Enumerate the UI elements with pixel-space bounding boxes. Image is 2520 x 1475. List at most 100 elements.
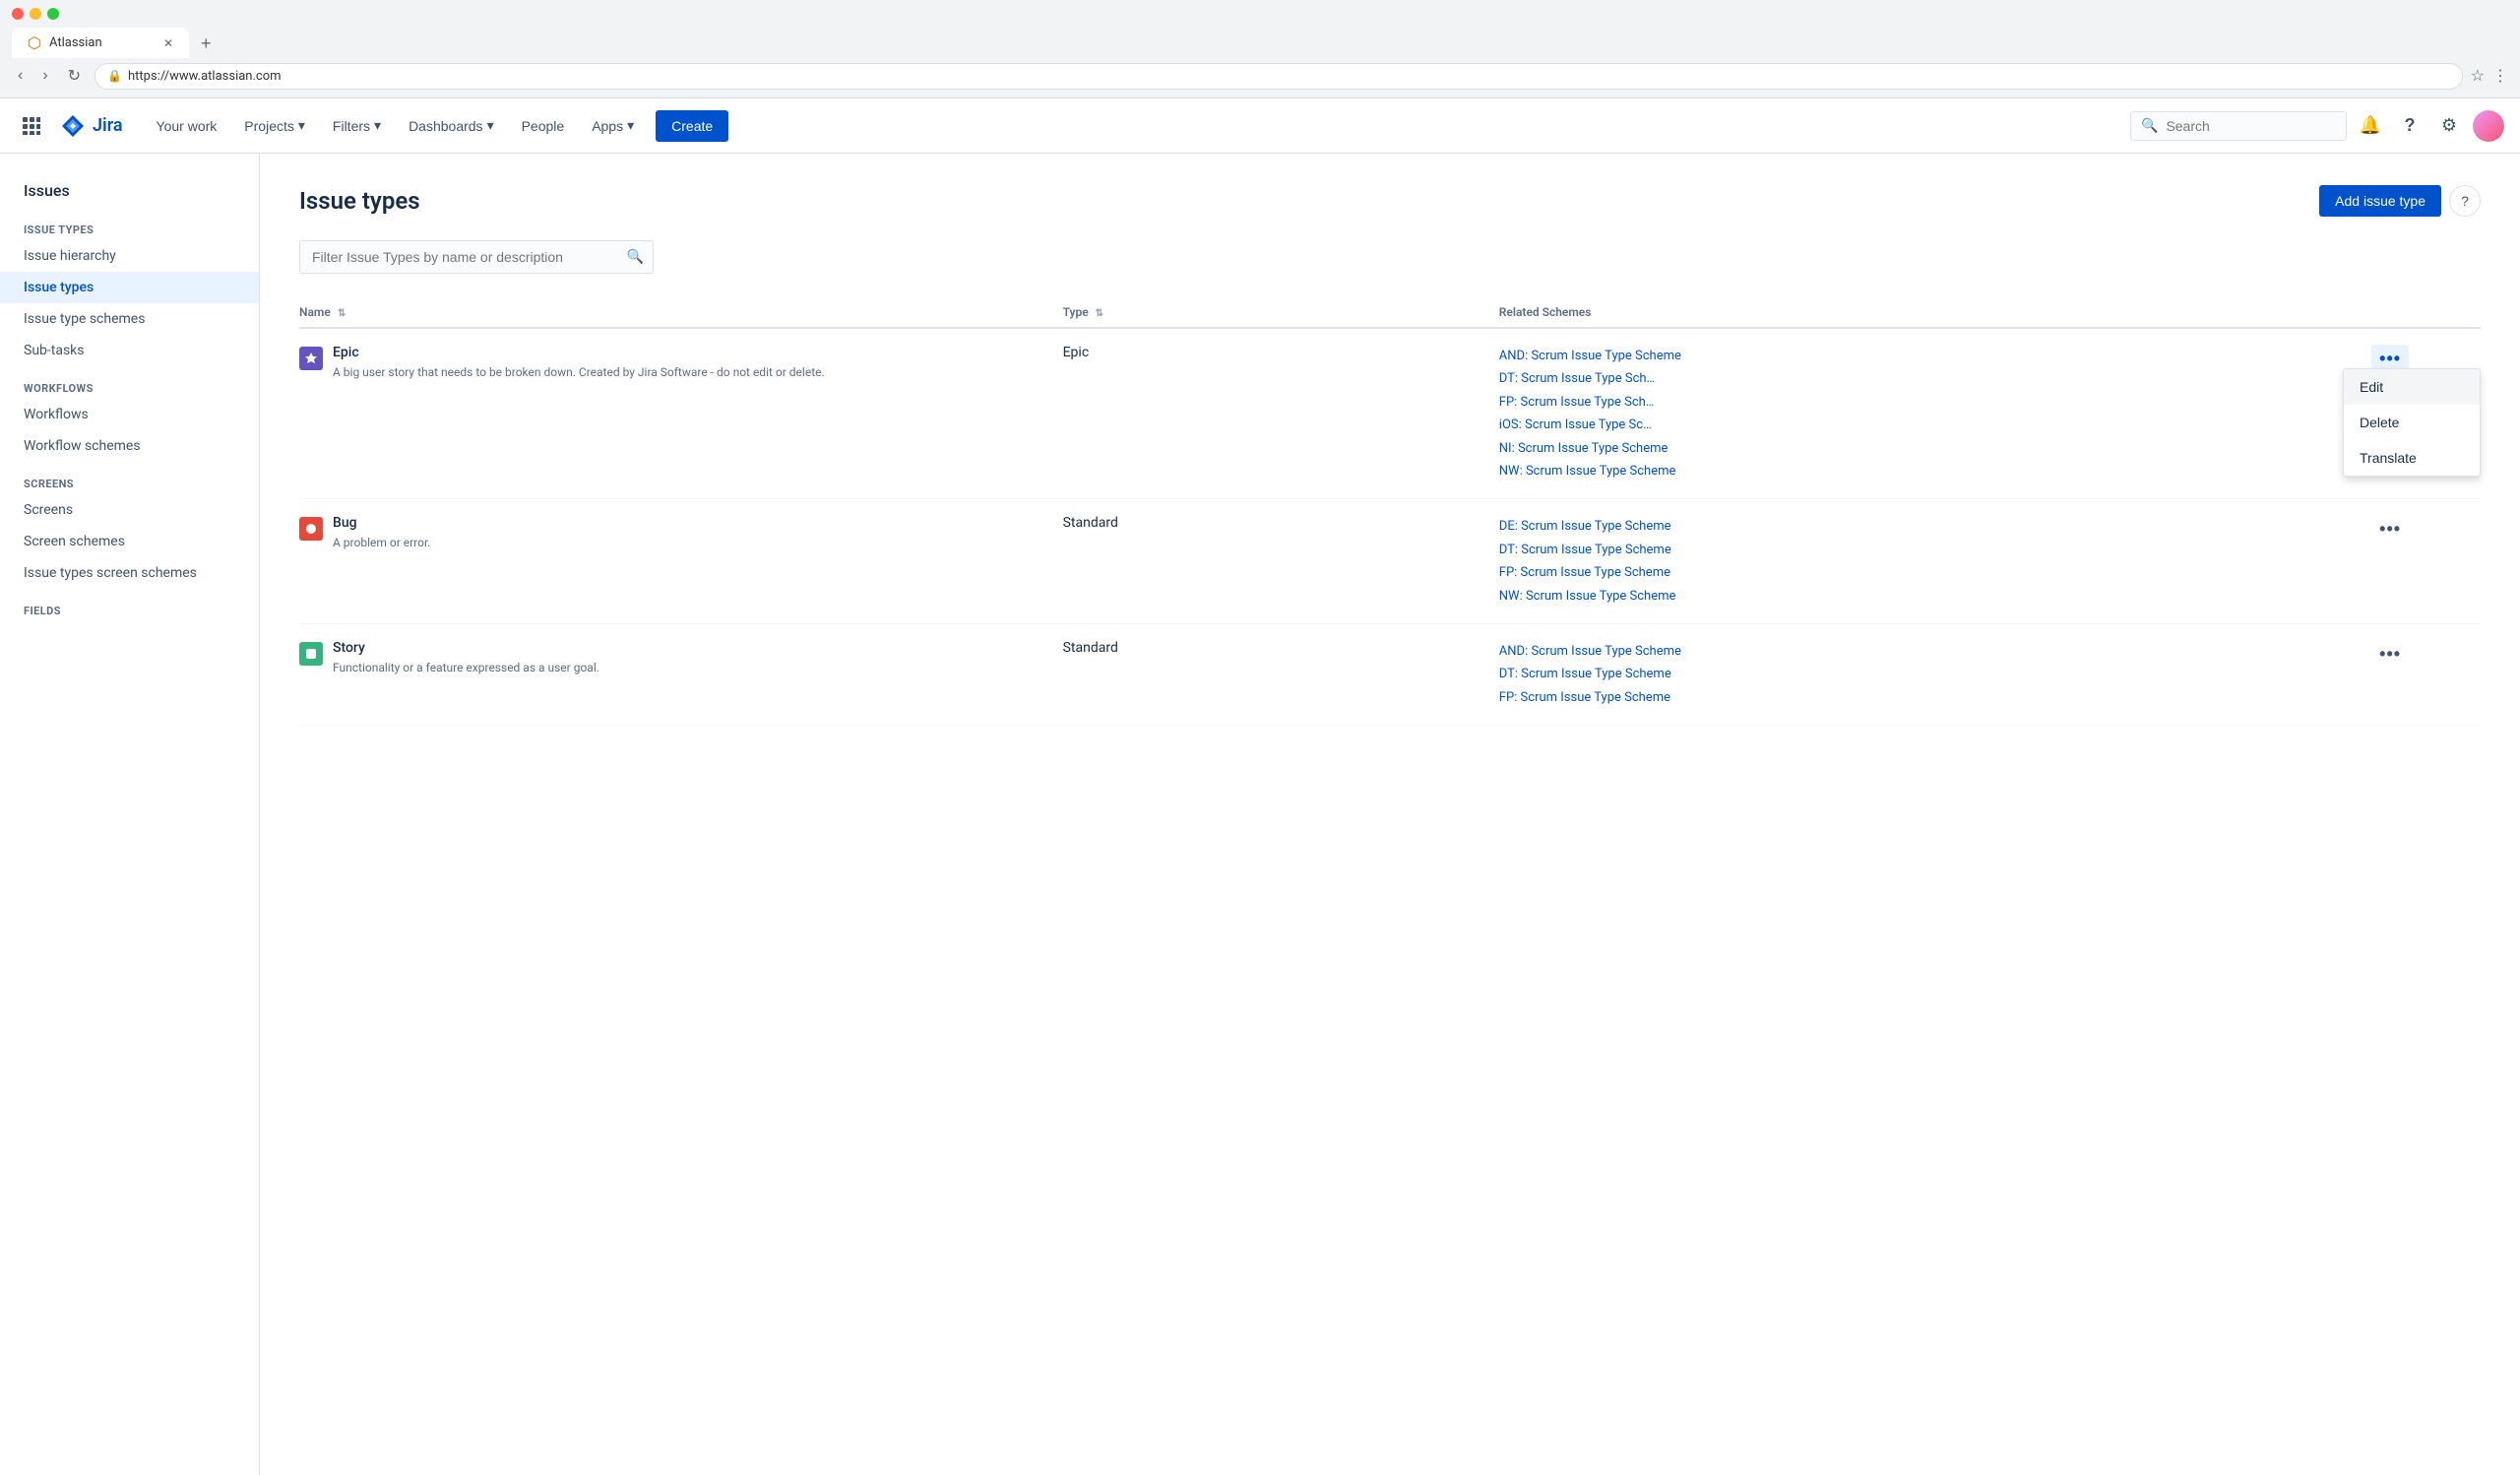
more-icon: ••• (2379, 644, 2401, 665)
gear-icon: ⚙ (2441, 115, 2457, 136)
bookmark-button[interactable]: ☆ (2471, 66, 2485, 86)
name-sort-icon: ⇅ (338, 308, 346, 319)
scheme-link[interactable]: NW: Scrum Issue Type Scheme (1499, 585, 2356, 608)
filter-input[interactable] (299, 240, 654, 274)
more-icon: ••• (2379, 519, 2401, 540)
table-row: Bug A problem or error. Standard DE: Scr… (299, 499, 2481, 624)
minimize-traffic-light[interactable] (30, 8, 41, 20)
bug-actions-cell: ••• (2371, 499, 2481, 624)
sidebar-item-screen-schemes[interactable]: Screen schemes (0, 526, 259, 557)
forward-button[interactable]: › (36, 63, 53, 89)
epic-name-cell: Epic A big user story that needs to be b… (299, 328, 1063, 499)
sidebar-section-screens: SCREENS (0, 462, 259, 494)
epic-name: Epic (333, 345, 825, 360)
sidebar-item-screens[interactable]: Screens (0, 494, 259, 526)
story-schemes-cell: AND: Scrum Issue Type Scheme DT: Scrum I… (1499, 623, 2371, 725)
settings-button[interactable]: ⚙ (2433, 110, 2465, 142)
scheme-link[interactable]: DT: Scrum Issue Type Scheme (1499, 663, 2356, 685)
browser-chrome: ⬡ Atlassian ✕ + ‹ › ↻ 🔒 https://www.atla… (0, 0, 2520, 98)
bug-more-button[interactable]: ••• (2371, 515, 2409, 544)
close-traffic-light[interactable] (12, 8, 24, 20)
epic-description: A big user story that needs to be broken… (333, 364, 825, 381)
epic-type-cell: Epic (1063, 328, 1499, 499)
nav-apps[interactable]: Apps ▾ (582, 109, 644, 142)
story-actions-cell: ••• (2371, 623, 2481, 725)
page-layout: Issues ISSUE TYPES Issue hierarchy Issue… (0, 154, 2520, 1475)
back-button[interactable]: ‹ (12, 63, 29, 89)
scheme-link[interactable]: NI: Scrum Issue Type Scheme (1499, 437, 2356, 460)
nav-filters[interactable]: Filters ▾ (323, 109, 391, 142)
epic-type: Epic (1063, 345, 1090, 360)
tab-title: Atlassian (49, 35, 102, 50)
sidebar-item-workflow-schemes[interactable]: Workflow schemes (0, 430, 259, 462)
browser-menu-button[interactable]: ⋮ (2492, 66, 2508, 86)
grid-menu-button[interactable] (16, 110, 47, 142)
tab-close-button[interactable]: ✕ (163, 36, 173, 50)
story-type: Standard (1063, 640, 1118, 656)
scheme-link[interactable]: DT: Scrum Issue Type Scheme (1499, 539, 2356, 561)
page-title: Issue types (299, 187, 420, 215)
new-tab-button[interactable]: + (193, 30, 220, 58)
bug-type-cell: Standard (1063, 499, 1499, 624)
epic-icon (299, 347, 323, 370)
sidebar-item-sub-tasks[interactable]: Sub-tasks (0, 335, 259, 366)
reload-button[interactable]: ↻ (62, 62, 87, 90)
sidebar: Issues ISSUE TYPES Issue hierarchy Issue… (0, 154, 260, 1475)
traffic-lights (12, 8, 2508, 20)
nav-your-work[interactable]: Your work (147, 110, 227, 142)
app-header: Jira Your work Projects ▾ Filters ▾ Dash… (0, 98, 2520, 154)
nav-dashboards[interactable]: Dashboards ▾ (399, 109, 504, 142)
page-header-actions: Add issue type ? (2319, 185, 2481, 217)
th-type[interactable]: Type ⇅ (1063, 297, 1499, 328)
search-box[interactable]: 🔍 (2130, 111, 2347, 141)
scheme-link[interactable]: FP: Scrum Issue Type Scheme (1499, 686, 2356, 709)
bug-schemes-cell: DE: Scrum Issue Type Scheme DT: Scrum Is… (1499, 499, 2371, 624)
maximize-traffic-light[interactable] (47, 8, 59, 20)
main-content: Issue types Add issue type ? 🔍 Name ⇅ (260, 154, 2520, 1475)
filter-container: 🔍 (299, 240, 2481, 274)
sidebar-item-workflows[interactable]: Workflows (0, 399, 259, 430)
create-button[interactable]: Create (656, 110, 728, 142)
story-more-button[interactable]: ••• (2371, 640, 2409, 669)
sidebar-item-issue-types-screen-schemes[interactable]: Issue types screen schemes (0, 557, 259, 589)
scheme-link[interactable]: DE: Scrum Issue Type Scheme (1499, 515, 2356, 538)
nav-people[interactable]: People (512, 110, 575, 142)
help-icon: ? (2405, 115, 2416, 136)
sidebar-item-issue-type-schemes[interactable]: Issue type schemes (0, 303, 259, 335)
dropdown-translate-button[interactable]: Translate (2344, 440, 2480, 476)
th-name[interactable]: Name ⇅ (299, 297, 1063, 328)
story-type-cell: Standard (1063, 623, 1499, 725)
help-button[interactable]: ? (2394, 110, 2426, 142)
bug-icon (299, 517, 323, 541)
page-help-button[interactable]: ? (2449, 185, 2481, 217)
scheme-link[interactable]: DT: Scrum Issue Type Sch… (1499, 367, 2356, 390)
scheme-link[interactable]: AND: Scrum Issue Type Scheme (1499, 345, 2356, 367)
more-icon: ••• (2379, 349, 2401, 369)
sidebar-item-issue-hierarchy[interactable]: Issue hierarchy (0, 240, 259, 272)
search-input[interactable] (2166, 118, 2323, 134)
address-bar[interactable]: 🔒 https://www.atlassian.com (94, 63, 2463, 90)
scheme-link[interactable]: AND: Scrum Issue Type Scheme (1499, 640, 2356, 663)
scheme-link[interactable]: iOS: Scrum Issue Type Sc… (1499, 414, 2356, 436)
dropdown-delete-button[interactable]: Delete (2344, 405, 2480, 440)
story-description: Functionality or a feature expressed as … (333, 660, 599, 676)
sidebar-section-fields: FIELDS (0, 589, 259, 621)
sidebar-item-issue-types[interactable]: Issue types (0, 272, 259, 303)
avatar[interactable] (2473, 110, 2504, 142)
bug-type: Standard (1063, 515, 1118, 531)
add-issue-type-button[interactable]: Add issue type (2319, 185, 2441, 217)
sidebar-top-item[interactable]: Issues (0, 173, 259, 208)
browser-tab[interactable]: ⬡ Atlassian ✕ (12, 28, 189, 58)
th-related-schemes: Related Schemes (1499, 297, 2371, 328)
scheme-link[interactable]: FP: Scrum Issue Type Sch… (1499, 391, 2356, 414)
scheme-link[interactable]: NW: Scrum Issue Type Scheme (1499, 460, 2356, 482)
table-row: Story Functionality or a feature express… (299, 623, 2481, 725)
nav-projects[interactable]: Projects ▾ (234, 109, 315, 142)
dropdown-edit-button[interactable]: Edit (2344, 369, 2480, 405)
notifications-button[interactable]: 🔔 (2355, 110, 2386, 142)
scheme-link[interactable]: FP: Scrum Issue Type Scheme (1499, 561, 2356, 584)
jira-logo[interactable]: Jira (59, 112, 123, 140)
story-icon (299, 642, 323, 666)
browser-toolbar: ‹ › ↻ 🔒 https://www.atlassian.com ☆ ⋮ (12, 58, 2508, 97)
epic-actions-cell: ••• Edit Delete Translate (2371, 328, 2481, 499)
